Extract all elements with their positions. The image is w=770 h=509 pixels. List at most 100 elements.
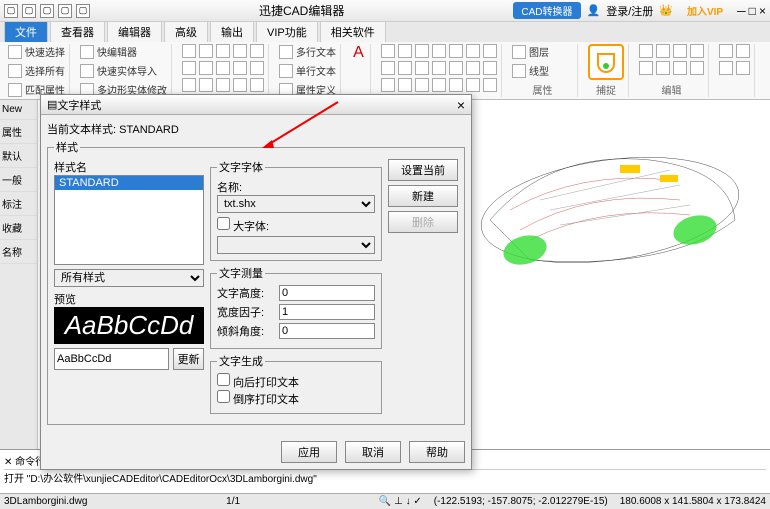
dim-icon[interactable] [398, 61, 412, 75]
side-general[interactable]: 一般 [0, 168, 37, 192]
dim-icon[interactable] [415, 78, 429, 92]
upsidedown-checkbox[interactable] [217, 390, 230, 403]
match-prop-icon[interactable] [8, 83, 22, 97]
draw-icon[interactable] [199, 78, 213, 92]
bigfont-checkbox[interactable] [217, 217, 230, 230]
qat-new-icon[interactable]: ▢ [22, 4, 36, 18]
dim-icon[interactable] [432, 78, 446, 92]
maximize-button[interactable]: □ [749, 4, 756, 18]
draw-icon[interactable] [182, 44, 196, 58]
side-default[interactable]: 默认 [0, 144, 37, 168]
oblique-input[interactable] [279, 323, 375, 339]
dim-icon[interactable] [432, 44, 446, 58]
dim-icon[interactable] [483, 78, 497, 92]
delete-button[interactable]: 删除 [388, 211, 458, 233]
apply-button[interactable]: 应用 [281, 441, 337, 463]
dim-icon[interactable] [449, 61, 463, 75]
set-current-button[interactable]: 设置当前 [388, 159, 458, 181]
tool-icon[interactable] [719, 44, 733, 58]
qat-open-icon[interactable]: ▢ [40, 4, 54, 18]
cancel-button[interactable]: 取消 [345, 441, 401, 463]
tab-vip[interactable]: VIP功能 [256, 21, 318, 42]
draw-icon[interactable] [233, 44, 247, 58]
side-fav[interactable]: 收藏 [0, 216, 37, 240]
minimize-button[interactable]: ─ [737, 4, 746, 18]
qat-save-icon[interactable]: ▢ [58, 4, 72, 18]
help-button[interactable]: 帮助 [409, 441, 465, 463]
dialog-close-button[interactable]: × [457, 97, 465, 113]
quick-select-icon[interactable] [8, 45, 22, 59]
dim-icon[interactable] [483, 44, 497, 58]
tab-viewer[interactable]: 查看器 [50, 21, 105, 42]
font-select[interactable]: txt.shx [217, 195, 375, 213]
dim-icon[interactable] [466, 78, 480, 92]
dim-icon[interactable] [466, 61, 480, 75]
dim-icon[interactable] [483, 61, 497, 75]
snap-button[interactable] [588, 44, 624, 80]
vip-button[interactable]: 加入VIP [679, 2, 731, 19]
close-button[interactable]: × [759, 4, 766, 18]
draw-icon[interactable] [199, 44, 213, 58]
height-input[interactable] [279, 285, 375, 301]
dim-icon[interactable] [415, 61, 429, 75]
tool-icon[interactable] [736, 44, 750, 58]
linetype-icon[interactable] [512, 64, 526, 78]
new-button[interactable]: 新建 [388, 185, 458, 207]
style-listbox[interactable]: STANDARD [54, 175, 204, 265]
dim-icon[interactable] [381, 44, 395, 58]
width-input[interactable] [279, 304, 375, 320]
dim-icon[interactable] [381, 78, 395, 92]
tool-icon[interactable] [736, 61, 750, 75]
dim-icon[interactable] [449, 78, 463, 92]
side-new[interactable]: New [0, 100, 37, 120]
draw-icon[interactable] [182, 78, 196, 92]
draw-icon[interactable] [199, 61, 213, 75]
import-icon[interactable] [80, 64, 94, 78]
draw-icon[interactable] [250, 61, 264, 75]
style-item[interactable]: STANDARD [55, 176, 203, 190]
draw-icon[interactable] [216, 78, 230, 92]
stext-icon[interactable] [279, 64, 293, 78]
dim-icon[interactable] [398, 44, 412, 58]
dim-icon[interactable] [466, 44, 480, 58]
quick-edit-icon[interactable] [80, 45, 94, 59]
preview-input[interactable] [54, 348, 169, 370]
dim-icon[interactable] [381, 61, 395, 75]
side-dim[interactable]: 标注 [0, 192, 37, 216]
draw-icon[interactable] [216, 44, 230, 58]
edit-icon[interactable] [639, 61, 653, 75]
dim-icon[interactable] [432, 61, 446, 75]
tab-advanced[interactable]: 高级 [164, 21, 208, 42]
dim-icon[interactable] [415, 44, 429, 58]
tab-output[interactable]: 输出 [210, 21, 254, 42]
layer-icon[interactable] [512, 45, 526, 59]
tool-icon[interactable] [719, 61, 733, 75]
cad-convert-button[interactable]: CAD转换器 [513, 2, 580, 19]
style-filter-select[interactable]: 所有样式 [54, 269, 204, 287]
draw-icon[interactable] [182, 61, 196, 75]
draw-icon[interactable] [250, 44, 264, 58]
draw-icon[interactable] [250, 78, 264, 92]
bigfont-select[interactable] [217, 236, 375, 254]
status-icons[interactable]: 🔍 ⊥ ↓ ✓ [379, 496, 422, 507]
draw-icon[interactable] [233, 78, 247, 92]
qat-icon[interactable]: ▢ [4, 4, 18, 18]
tab-related[interactable]: 相关软件 [320, 21, 386, 42]
dim-icon[interactable] [449, 44, 463, 58]
edit-icon[interactable] [690, 61, 704, 75]
edit-icon[interactable] [673, 44, 687, 58]
dim-icon[interactable] [398, 78, 412, 92]
backwards-checkbox[interactable] [217, 373, 230, 386]
edit-icon[interactable] [673, 61, 687, 75]
side-prop[interactable]: 属性 [0, 120, 37, 144]
tab-editor[interactable]: 编辑器 [107, 21, 162, 42]
update-button[interactable]: 更新 [173, 348, 204, 370]
draw-icon[interactable] [233, 61, 247, 75]
select-all-icon[interactable] [8, 64, 22, 78]
edit-icon[interactable] [656, 44, 670, 58]
qat-print-icon[interactable]: ▢ [76, 4, 90, 18]
mtext-icon[interactable] [279, 45, 293, 59]
side-name[interactable]: 名称 [0, 240, 37, 264]
draw-icon[interactable] [216, 61, 230, 75]
edit-icon[interactable] [639, 44, 653, 58]
